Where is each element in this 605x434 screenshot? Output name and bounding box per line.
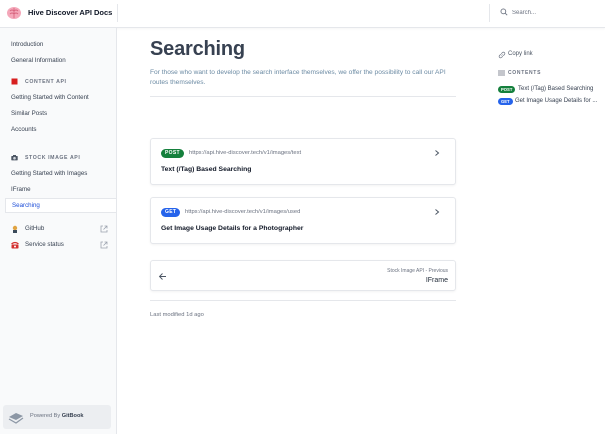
endpoint-url: https://api.hive-discover.tech/v1/images…	[189, 150, 302, 156]
search-icon	[500, 8, 508, 16]
sidebar-item-accounts[interactable]: Accounts	[5, 122, 116, 137]
search-input[interactable]	[512, 6, 600, 20]
group-header-stock-image-api: STOCK IMAGE API	[11, 153, 80, 163]
link-label: Service status	[25, 241, 64, 248]
api-card-image-usage[interactable]: GET https://api.hive-discover.tech/v1/im…	[150, 197, 456, 244]
powered-by-gitbook[interactable]: Powered By GitBook	[3, 405, 111, 429]
group-header-content-api: CONTENT API	[11, 77, 67, 87]
list-icon	[498, 70, 505, 76]
sidebar-item-getting-started-content[interactable]: Getting Started with Content	[5, 90, 116, 105]
contents-heading-label: CONTENTS	[508, 70, 542, 76]
arrow-left-icon	[158, 273, 166, 280]
card-title: Get Image Usage Details for a Photograph…	[161, 225, 304, 232]
chevron-right-icon	[435, 150, 440, 156]
top-header: Hive Discover API Docs	[0, 0, 605, 28]
method-badge-post: POST	[498, 86, 516, 93]
copy-link-button[interactable]: Copy link	[498, 50, 558, 61]
api-card-text-search[interactable]: POST https://api.hive-discover.tech/v1/i…	[150, 138, 456, 185]
link-label: GitHub	[25, 225, 45, 232]
group-title: CONTENT API	[25, 79, 67, 85]
external-link-icon	[100, 241, 108, 249]
method-badge-get: GET	[498, 98, 513, 105]
powered-by-text: Powered By GitBook	[30, 413, 84, 419]
link-icon	[498, 51, 506, 59]
powered-by-prefix: Powered By	[30, 413, 61, 419]
method-badge-post: POST	[161, 149, 184, 158]
telephone-icon	[11, 241, 19, 249]
divider	[150, 300, 456, 301]
group-title: STOCK IMAGE API	[25, 155, 81, 161]
sidebar-item-iframe[interactable]: IFrame	[5, 182, 116, 197]
last-modified: Last modified 1d ago	[150, 312, 204, 318]
card-title: Text (/Tag) Based Searching	[161, 166, 252, 173]
previous-page-link[interactable]: Stock Image API - Previous IFrame	[150, 260, 456, 291]
powered-by-brand: GitBook	[61, 413, 84, 419]
sidebar-item-introduction[interactable]: Introduction	[5, 37, 116, 52]
toc-label: Get Image Usage Details for ...	[515, 98, 598, 104]
sidebar-item-general-information[interactable]: General Information	[5, 53, 116, 68]
previous-breadcrumb: Stock Image API - Previous	[387, 268, 448, 274]
sidebar: Introduction General Information CONTENT…	[0, 28, 117, 434]
camera-icon	[11, 155, 18, 161]
sidebar-item-searching[interactable]: Searching	[5, 198, 116, 213]
red-square-icon	[11, 78, 18, 85]
toc-item-text-search[interactable]: POST Text (/Tag) Based Searching	[498, 85, 602, 95]
sidebar-item-getting-started-images[interactable]: Getting Started with Images	[5, 166, 116, 181]
sidebar-item-similar-posts[interactable]: Similar Posts	[5, 106, 116, 121]
sidebar-link-github[interactable]: GitHub	[11, 223, 110, 235]
external-link-icon	[100, 225, 108, 233]
toc-item-image-usage[interactable]: GET Get Image Usage Details for ...	[498, 97, 602, 107]
method-badge-get: GET	[161, 208, 181, 217]
copy-link-label: Copy link	[508, 51, 533, 57]
chevron-right-icon	[435, 209, 440, 215]
sidebar-link-service-status[interactable]: Service status	[11, 239, 110, 251]
header-divider	[117, 4, 118, 22]
brain-icon[interactable]	[6, 5, 22, 21]
gitbook-icon	[8, 413, 24, 424]
octocat-icon	[12, 225, 18, 233]
toc-label: Text (/Tag) Based Searching	[518, 86, 594, 92]
page-description: For those who want to develop the search…	[150, 69, 446, 86]
search-box[interactable]	[489, 4, 605, 22]
endpoint-url: https://api.hive-discover.tech/v1/images…	[185, 209, 301, 215]
divider	[150, 96, 456, 97]
page-title: Searching	[150, 38, 245, 60]
previous-title: IFrame	[425, 277, 448, 284]
site-title[interactable]: Hive Discover API Docs	[28, 8, 112, 17]
